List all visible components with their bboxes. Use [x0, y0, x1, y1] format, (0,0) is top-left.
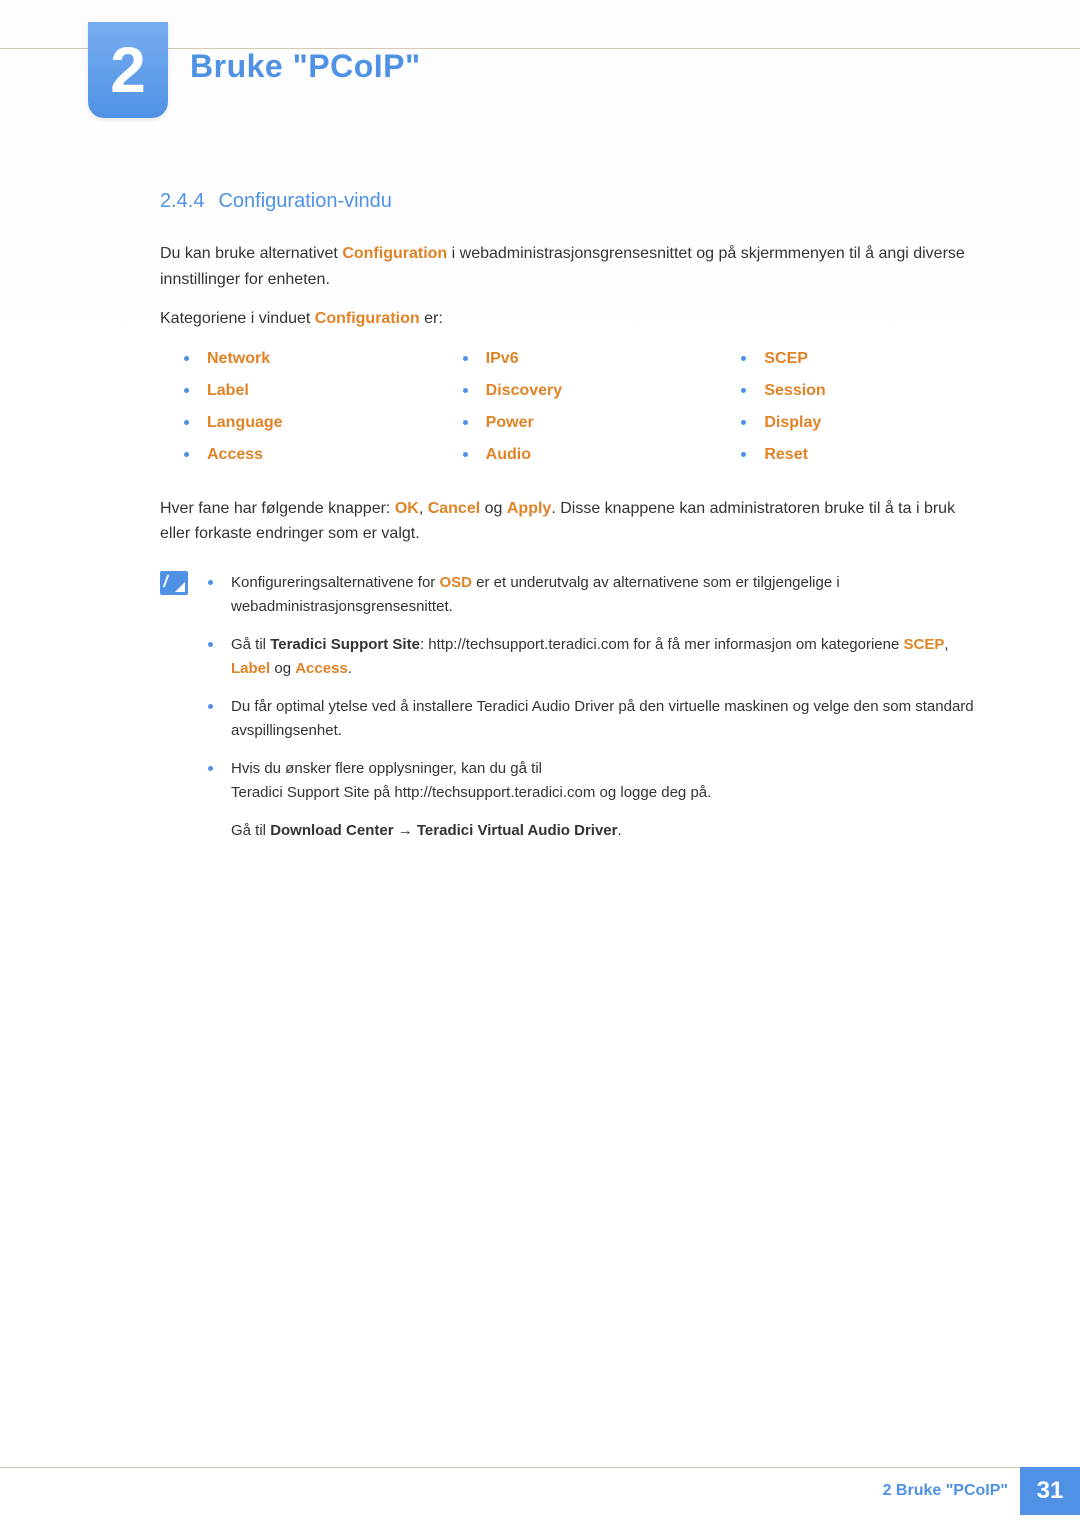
catline-post: er: — [420, 310, 443, 327]
bullet-icon — [208, 766, 213, 771]
cat-item: Power — [463, 414, 702, 432]
intro-paragraph: Du kan bruke alternativet Configuration … — [160, 241, 980, 292]
intro-pre: Du kan bruke alternativet — [160, 245, 342, 262]
cat-item: Label — [184, 382, 423, 400]
section-heading: 2.4.4 Configuration-vindu — [160, 190, 980, 213]
bullet-icon — [741, 356, 746, 361]
bullet-icon — [184, 420, 189, 425]
n4-l1: Hvis du ønsker flere opplysninger, kan d… — [231, 760, 542, 777]
cat-item: SCEP — [741, 350, 980, 368]
bullet-icon — [463, 420, 468, 425]
cat-label: Display — [764, 414, 821, 432]
cat-item: Network — [184, 350, 423, 368]
cat-label: SCEP — [764, 350, 808, 368]
tail-b1: Download Center — [270, 822, 393, 839]
cat-label: Access — [207, 446, 263, 464]
catline-keyword: Configuration — [315, 310, 420, 327]
cat-item: Session — [741, 382, 980, 400]
n2-k2: Label — [231, 660, 270, 677]
n2-s2: og — [270, 660, 295, 677]
btn-ok: OK — [395, 500, 419, 517]
cat-label: Discovery — [486, 382, 563, 400]
cat-item: Display — [741, 414, 980, 432]
note-item: Konfigureringsalternativene for OSD er e… — [208, 571, 980, 619]
cat-label: Language — [207, 414, 283, 432]
btn-cancel: Cancel — [428, 500, 480, 517]
cat-label: Audio — [486, 446, 531, 464]
bullet-icon — [208, 642, 213, 647]
cat-label: Power — [486, 414, 534, 432]
cat-item: Reset — [741, 446, 980, 464]
page-number: 31 — [1020, 1467, 1080, 1515]
btn-sep2: og — [480, 500, 507, 517]
categories-grid: Network Label Language Access IPv6 Disco… — [184, 350, 980, 478]
bullet-icon — [184, 388, 189, 393]
note-block: Konfigureringsalternativene for OSD er e… — [160, 571, 980, 843]
note-text: Hvis du ønsker flere opplysninger, kan d… — [231, 757, 711, 805]
tail-b2: Teradici Virtual Audio Driver — [417, 822, 618, 839]
note-icon — [160, 571, 188, 595]
bullet-icon — [184, 452, 189, 457]
bullet-icon — [741, 452, 746, 457]
note-text: Gå til Teradici Support Site: http://tec… — [231, 633, 980, 681]
cat-label: Reset — [764, 446, 808, 464]
note-text: Konfigureringsalternativene for OSD er e… — [231, 571, 980, 619]
note-item: Hvis du ønsker flere opplysninger, kan d… — [208, 757, 980, 805]
bullet-icon — [741, 388, 746, 393]
cat-item: Audio — [463, 446, 702, 464]
tail-end: . — [618, 822, 622, 839]
note-list: Konfigureringsalternativene for OSD er e… — [208, 571, 980, 843]
n4-l2: Teradici Support Site på http://techsupp… — [231, 784, 711, 801]
chapter-tab: 2 — [88, 22, 168, 118]
cat-label: IPv6 — [486, 350, 519, 368]
bullet-icon — [208, 580, 213, 585]
buttons-paragraph: Hver fane har følgende knapper: OK, Canc… — [160, 496, 980, 547]
n2-k1: SCEP — [904, 636, 945, 653]
note-item: Du får optimal ytelse ved å installere T… — [208, 695, 980, 743]
cat-item: Access — [184, 446, 423, 464]
n1-pre: Konfigureringsalternativene for — [231, 574, 439, 591]
categories-line: Kategoriene i vinduet Configuration er: — [160, 306, 980, 332]
section-title: Configuration-vindu — [218, 190, 391, 212]
n2-pre: Gå til — [231, 636, 270, 653]
bullet-icon — [184, 356, 189, 361]
arrow-icon: → — [394, 822, 417, 839]
bullet-icon — [463, 356, 468, 361]
bullet-icon — [741, 420, 746, 425]
content-area: 2.4.4 Configuration-vindu Du kan bruke al… — [160, 190, 980, 843]
cats-col-2: IPv6 Discovery Power Audio — [463, 350, 702, 478]
note-item: Gå til Teradici Support Site: http://tec… — [208, 633, 980, 681]
cats-col-3: SCEP Session Display Reset — [741, 350, 980, 478]
cat-label: Session — [764, 382, 825, 400]
n1-kw: OSD — [439, 574, 472, 591]
cat-label: Network — [207, 350, 270, 368]
chapter-title: Bruke "PCoIP" — [190, 48, 421, 85]
chapter-number: 2 — [88, 22, 168, 118]
cat-item: Discovery — [463, 382, 702, 400]
cats-col-1: Network Label Language Access — [184, 350, 423, 478]
cat-item: Language — [184, 414, 423, 432]
bullet-icon — [463, 452, 468, 457]
footer: 2 Bruke "PCoIP" 31 — [0, 1467, 1080, 1527]
bullet-icon — [208, 704, 213, 709]
cat-label: Label — [207, 382, 249, 400]
n2-k3: Access — [295, 660, 348, 677]
btn-pre: Hver fane har følgende knapper: — [160, 500, 395, 517]
n2-s1: , — [944, 636, 948, 653]
n2-end: . — [348, 660, 352, 677]
cat-item: IPv6 — [463, 350, 702, 368]
btn-sep1: , — [419, 500, 428, 517]
tail-pre: Gå til — [231, 822, 270, 839]
bullet-icon — [463, 388, 468, 393]
catline-pre: Kategoriene i vinduet — [160, 310, 315, 327]
section-number: 2.4.4 — [160, 190, 204, 212]
intro-keyword: Configuration — [342, 245, 447, 262]
n2-bold: Teradici Support Site — [270, 636, 420, 653]
note-text: Du får optimal ytelse ved å installere T… — [231, 695, 980, 743]
note-tail: Gå til Download Center → Teradici Virtua… — [231, 819, 980, 843]
n2-post1: : http://techsupport.teradici.com for å … — [420, 636, 904, 653]
btn-apply: Apply — [507, 500, 551, 517]
footer-chapter-label: 2 Bruke "PCoIP" — [883, 1467, 1008, 1515]
